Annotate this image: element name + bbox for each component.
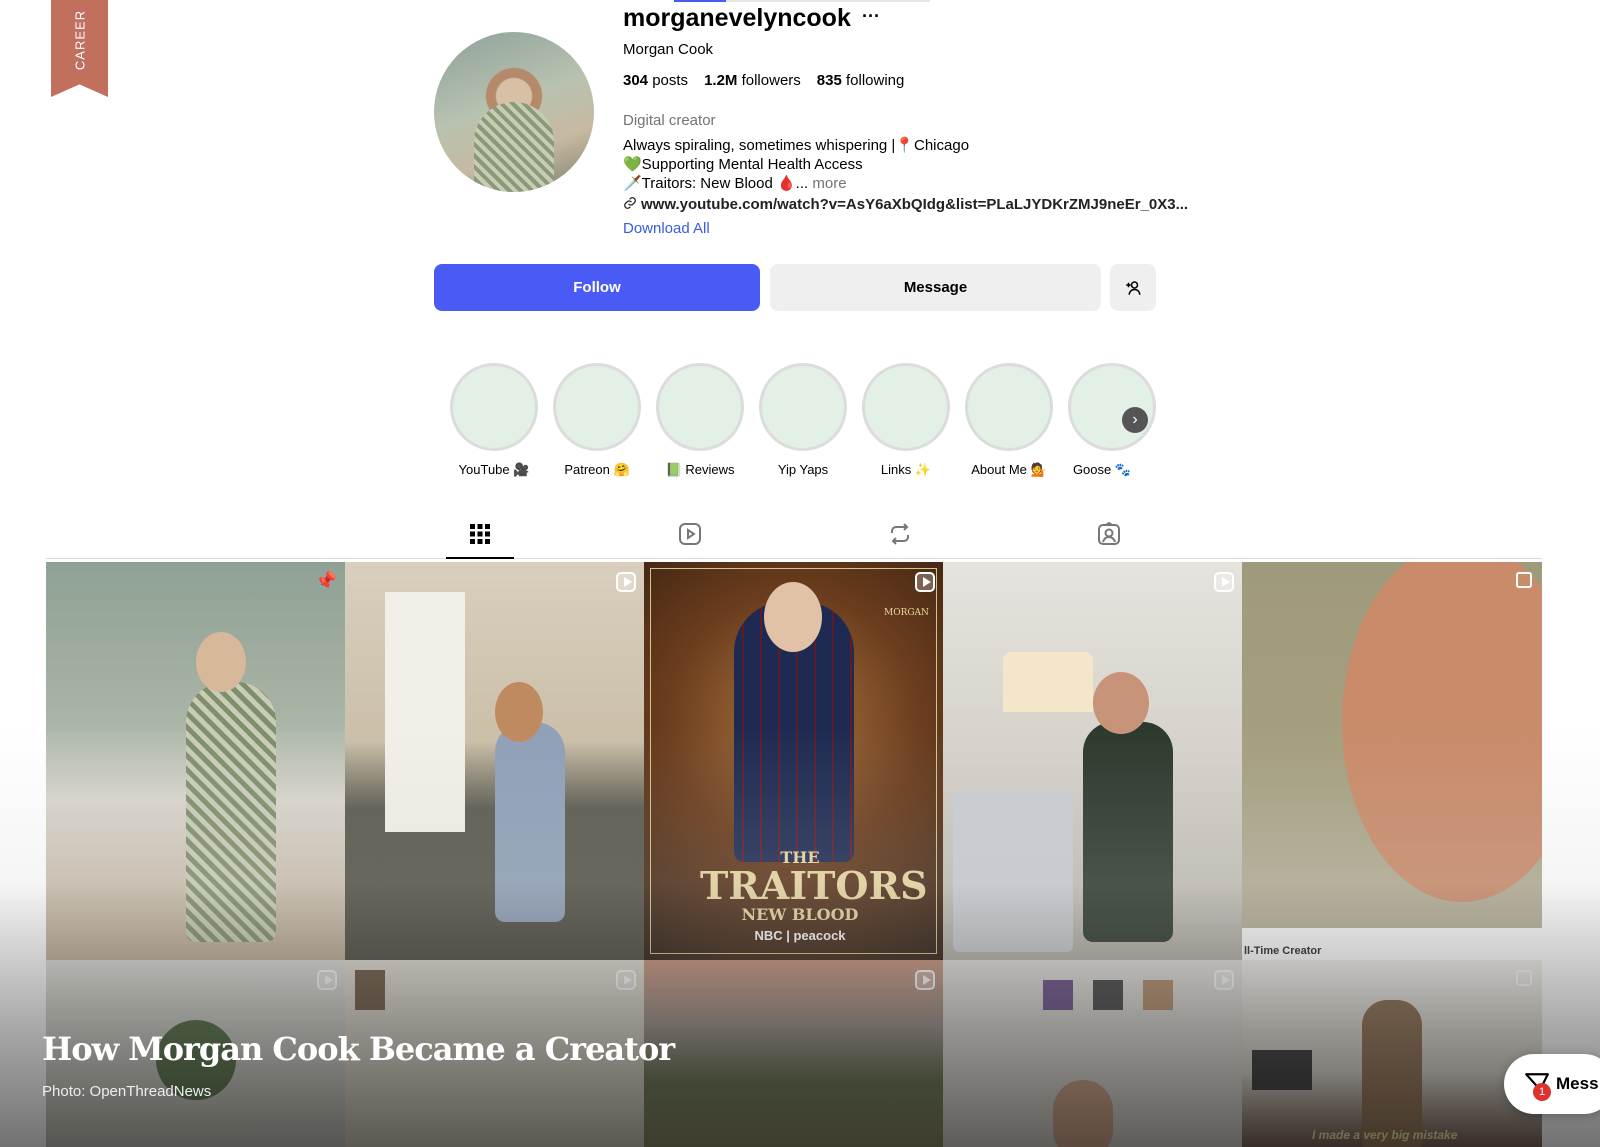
- pin-icon: 📌: [314, 570, 338, 591]
- reel-icon: [616, 572, 636, 592]
- highlight-links[interactable]: [862, 363, 950, 451]
- reel-icon: [1214, 572, 1234, 592]
- photo-credit: Photo: OpenThreadNews: [42, 1083, 212, 1100]
- tab-reposts[interactable]: [886, 520, 914, 548]
- reel-icon: [915, 572, 935, 592]
- add-user-button[interactable]: [1110, 264, 1156, 311]
- highlight-label: Links ✨: [880, 462, 932, 477]
- reel-icon: [616, 970, 636, 990]
- post-tile[interactable]: [943, 562, 1242, 960]
- category-ribbon-label: CAREER: [72, 9, 87, 71]
- repost-icon: [891, 523, 909, 545]
- bio-line: 🗡️Traitors: New Blood 🩸... more: [623, 175, 847, 192]
- highlight-youtube[interactable]: [450, 363, 538, 451]
- post-tile[interactable]: [345, 562, 644, 960]
- post-tile[interactable]: I made a very big mistake: [1242, 960, 1542, 1147]
- post-tile[interactable]: ll-Time Creator: [1242, 562, 1542, 960]
- profile-link[interactable]: www.youtube.com/watch?v=AsY6aXbQIdg&list…: [623, 196, 1188, 213]
- reel-icon: [1214, 970, 1234, 990]
- bio-line: 💚Supporting Mental Health Access: [623, 156, 863, 173]
- tab-posts[interactable]: [466, 520, 494, 548]
- highlight-label: Goose 🐾: [1072, 462, 1132, 477]
- message-count-badge: 1: [1533, 1083, 1551, 1101]
- highlight-about-me[interactable]: [965, 363, 1053, 451]
- reels-icon: [679, 523, 701, 545]
- highlight-goose[interactable]: [1068, 363, 1156, 451]
- post-tile[interactable]: [943, 960, 1242, 1147]
- highlight-reviews[interactable]: [656, 363, 744, 451]
- messages-button[interactable]: Mess: [1504, 1054, 1600, 1114]
- stat-posts: 304 posts: [623, 72, 689, 89]
- profile-category: Digital creator: [623, 112, 716, 129]
- loading-progress-bar: [674, 0, 930, 2]
- highlight-label: Patreon 🤗: [564, 462, 630, 477]
- profile-avatar[interactable]: [434, 32, 594, 192]
- highlight-label: YouTube 🎥: [458, 462, 530, 477]
- link-icon: [624, 197, 636, 209]
- tab-divider: [46, 558, 1542, 559]
- carousel-icon: [1516, 970, 1532, 986]
- highlight-yip-yaps[interactable]: [759, 363, 847, 451]
- post-tile-pinned[interactable]: 📌: [46, 562, 345, 960]
- traitors-poster-text: THE TRAITORS NEW BLOOD NBC | peacock: [700, 848, 928, 943]
- profile-username: morganevelyncook: [623, 4, 851, 32]
- post-caption: I made a very big mistake: [1312, 1128, 1458, 1142]
- stat-following[interactable]: 835 following: [817, 72, 905, 89]
- category-ribbon: CAREER: [51, 0, 108, 97]
- active-tab-indicator: [446, 557, 514, 559]
- carousel-icon: [1516, 572, 1532, 588]
- download-all-link[interactable]: Download All: [623, 220, 710, 237]
- article-headline: How Morgan Cook Became a Creator: [42, 1030, 675, 1068]
- stat-followers[interactable]: 1.2M followers: [704, 72, 801, 89]
- chevron-right-icon[interactable]: ›: [1122, 407, 1148, 433]
- grid-icon: [470, 524, 490, 544]
- add-user-icon: [1126, 280, 1141, 295]
- post-caption: ll-Time Creator: [1244, 945, 1322, 957]
- tab-tagged[interactable]: [1095, 520, 1123, 548]
- bio-line: Always spiraling, sometimes whispering |…: [623, 137, 970, 154]
- tab-reels[interactable]: [676, 520, 704, 548]
- highlight-label: Yip Yaps: [777, 462, 829, 477]
- post-tile[interactable]: [644, 960, 943, 1147]
- more-options-button[interactable]: ···: [862, 6, 880, 27]
- highlight-label: 📗 Reviews: [665, 462, 735, 477]
- reel-icon: [317, 970, 337, 990]
- profile-full-name: Morgan Cook: [623, 41, 714, 58]
- message-button[interactable]: Message: [770, 264, 1101, 311]
- profile-stats: 304 posts 1.2M followers 835 following: [623, 72, 904, 89]
- bio-more-link[interactable]: more: [812, 175, 846, 192]
- highlight-patreon[interactable]: [553, 363, 641, 451]
- messages-label: Mess: [1556, 1074, 1599, 1093]
- tagged-icon: [1098, 522, 1120, 545]
- poster-name-tag: MORGAN: [884, 608, 929, 618]
- reel-icon: [915, 970, 935, 990]
- follow-button[interactable]: Follow: [434, 264, 760, 311]
